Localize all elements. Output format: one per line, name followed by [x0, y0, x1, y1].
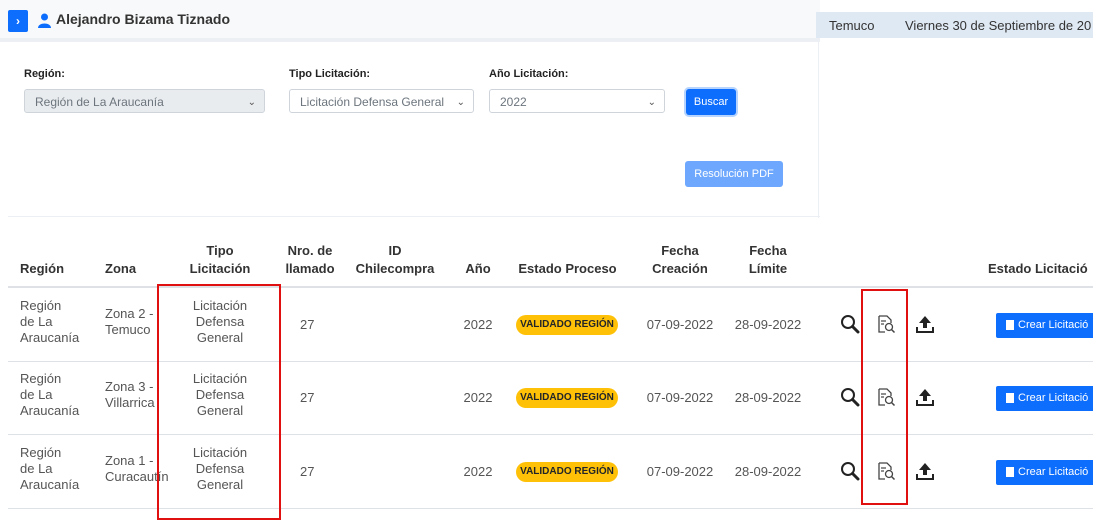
col-header-tipo: Tipo Licitación	[180, 242, 260, 278]
col-header-zona: Zona	[105, 261, 137, 276]
region-select[interactable]: Región de La Araucanía ⌄	[24, 89, 265, 113]
col-header-nro: Nro. de llamado	[275, 242, 345, 278]
document-icon	[1006, 320, 1014, 330]
cell-fecha-limite: 28-09-2022	[734, 390, 802, 405]
cell-zona-line: Villarrica	[105, 395, 155, 410]
status-badge: VALIDADO REGIÓN	[516, 315, 618, 335]
crear-licitacion-button[interactable]: Crear Licitació	[996, 460, 1093, 485]
cell-anio: 2022	[463, 317, 493, 332]
anio-select-value: 2022	[500, 95, 527, 109]
col-header-estado: Estado Proceso	[518, 261, 617, 276]
user-name: Alejandro Bizama Tiznado	[56, 11, 230, 27]
col-header-id-line2: Chilecompra	[355, 261, 435, 276]
col-header-id-line1: ID	[388, 243, 402, 258]
user-icon	[38, 13, 51, 28]
cell-region: Región de La Araucanía	[20, 445, 79, 493]
cell-region: Región de La Araucanía	[20, 298, 79, 346]
cell-zona: Zona 3 - Villarrica	[105, 379, 155, 411]
cell-zona-line: Temuco	[105, 322, 151, 337]
cell-nro-llamado: 27	[300, 317, 315, 332]
cell-region-line: Región	[20, 371, 62, 386]
tipo-select-value: Licitación Defensa General	[300, 95, 445, 109]
cell-zona-line: Zona 3 -	[105, 379, 154, 394]
col-header-flim-line1: Fecha	[749, 243, 787, 258]
cell-zona: Zona 2 - Temuco	[105, 306, 153, 338]
buscar-button[interactable]: Buscar	[686, 89, 736, 115]
cell-region-line: Araucanía	[20, 330, 80, 345]
search-icon[interactable]	[840, 461, 860, 481]
highlight-box-detail-icons	[861, 289, 908, 505]
chevron-down-icon: ⌄	[456, 97, 465, 108]
tipo-select[interactable]: Licitación Defensa General ⌄	[289, 89, 474, 113]
cell-anio: 2022	[463, 390, 493, 405]
document-icon	[1006, 467, 1014, 477]
upload-icon[interactable]	[915, 314, 935, 334]
sidebar-toggle-icon: ›	[16, 14, 20, 28]
crear-licitacion-button[interactable]: Crear Licitació	[996, 386, 1093, 411]
anio-label: Año Licitación:	[489, 68, 569, 80]
divider	[818, 40, 819, 218]
anio-select[interactable]: 2022 ⌄	[489, 89, 665, 113]
status-badge: VALIDADO REGIÓN	[516, 388, 618, 408]
sidebar-toggle-button[interactable]: ›	[8, 10, 28, 32]
city-label: Temuco	[829, 18, 875, 33]
cell-region-line: de La	[20, 314, 53, 329]
cell-region-line: Araucanía	[20, 477, 80, 492]
highlight-box-tipo	[157, 284, 281, 520]
col-header-flim-line2: Límite	[748, 261, 788, 276]
region-label: Región:	[24, 68, 65, 80]
col-header-estado-licitacion: Estado Licitació	[988, 261, 1088, 276]
divider	[8, 216, 820, 217]
cell-region-line: Región	[20, 445, 62, 460]
cell-fecha-creacion: 07-09-2022	[646, 317, 714, 332]
document-icon	[1006, 393, 1014, 403]
col-header-fecha-limite: Fecha Límite	[728, 242, 808, 278]
cell-region-line: de La	[20, 461, 53, 476]
col-header-tipo-line2: Licitación	[189, 261, 251, 276]
date-label: Viernes 30 de Septiembre de 20	[905, 18, 1092, 33]
upload-icon[interactable]	[915, 387, 935, 407]
tipo-label: Tipo Licitación:	[289, 68, 371, 80]
crear-licitacion-button[interactable]: Crear Licitació	[996, 313, 1093, 338]
col-header-anio: Año	[465, 261, 491, 276]
cell-fecha-limite: 28-09-2022	[734, 464, 802, 479]
upload-icon[interactable]	[915, 461, 935, 481]
search-icon[interactable]	[840, 387, 860, 407]
crear-licitacion-label: Crear Licitació	[1018, 392, 1089, 404]
col-header-tipo-line1: Tipo	[206, 243, 234, 258]
cell-nro-llamado: 27	[300, 464, 315, 479]
cell-fecha-limite: 28-09-2022	[734, 317, 802, 332]
cell-fecha-creacion: 07-09-2022	[646, 464, 714, 479]
cell-zona-line: Zona 2 -	[105, 306, 154, 321]
resolucion-pdf-button[interactable]: Resolución PDF	[685, 161, 783, 187]
crear-licitacion-label: Crear Licitació	[1018, 319, 1089, 331]
col-header-nro-line1: Nro. de	[287, 243, 333, 258]
cell-region: Región de La Araucanía	[20, 371, 79, 419]
status-badge: VALIDADO REGIÓN	[516, 462, 618, 482]
chevron-down-icon: ⌄	[647, 97, 656, 108]
chevron-down-icon: ⌄	[247, 97, 256, 108]
col-header-fcrea-line1: Fecha	[661, 243, 699, 258]
cell-nro-llamado: 27	[300, 390, 315, 405]
col-header-fecha-creacion: Fecha Creación	[640, 242, 720, 278]
cell-region-line: Región	[20, 298, 62, 313]
cell-region-line: Araucanía	[20, 403, 80, 418]
col-header-nro-line2: llamado	[285, 261, 335, 276]
col-header-region: Región	[20, 261, 65, 276]
region-select-value: Región de La Araucanía	[35, 95, 164, 109]
cell-region-line: de La	[20, 387, 53, 402]
cell-fecha-creacion: 07-09-2022	[646, 390, 714, 405]
cell-anio: 2022	[463, 464, 493, 479]
search-icon[interactable]	[840, 314, 860, 334]
col-header-fcrea-line2: Creación	[652, 261, 708, 276]
crear-licitacion-label: Crear Licitació	[1018, 466, 1089, 478]
col-header-id: ID Chilecompra	[345, 242, 445, 278]
